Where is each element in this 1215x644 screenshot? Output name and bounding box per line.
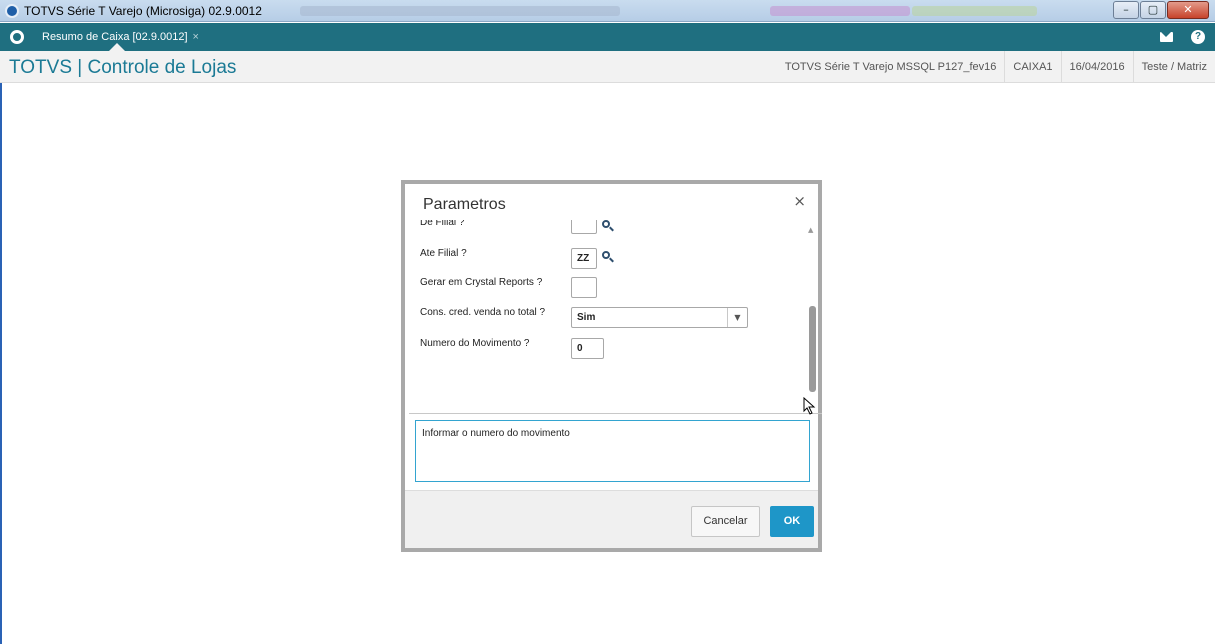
environment-label: TOTVS Série T Varejo MSSQL P127_fev16 <box>784 61 997 73</box>
dialog-header: Parametros × <box>405 184 818 220</box>
param-label-crystal-reports: Gerar em Crystal Reports ? <box>420 277 543 288</box>
blurred-taskbar-region <box>770 6 910 16</box>
scroll-up-icon[interactable]: ▲ <box>808 226 813 234</box>
active-tab-indicator <box>109 43 125 51</box>
dialog-close-button[interactable]: × <box>793 192 806 210</box>
select-value: Sim <box>577 312 596 323</box>
param-label-de-filial: De Filial ? <box>420 220 465 228</box>
dialog-title: Parametros <box>423 196 506 213</box>
window-titlebar: TOTVS Série T Varejo (Microsiga) 02.9.00… <box>0 0 1215 22</box>
window-title: TOTVS Série T Varejo (Microsiga) 02.9.00… <box>24 4 262 18</box>
totvs-home-icon[interactable] <box>10 30 24 44</box>
totvs-app-icon <box>5 4 19 18</box>
tab-label: Resumo de Caixa [02.9.0012] <box>42 31 188 43</box>
company-label: Teste / Matriz <box>1132 51 1215 83</box>
parameters-list: De Filial ? Ate Filial ? ZZ Gerar em Cry… <box>409 220 822 414</box>
scroll-thumb[interactable] <box>809 306 816 392</box>
cancel-button[interactable]: Cancelar <box>691 506 760 537</box>
tab-close-icon[interactable]: × <box>193 31 199 43</box>
blurred-taskbar-region <box>300 6 620 16</box>
chevron-down-icon[interactable]: ▼ <box>727 308 747 327</box>
ok-button[interactable]: OK <box>770 506 814 537</box>
crystal-reports-input[interactable] <box>571 277 597 298</box>
station-label: CAIXA1 <box>1004 51 1060 83</box>
app-header: TOTVS | Controle de Lojas TOTVS Série T … <box>0 51 1215 83</box>
search-icon[interactable] <box>602 220 614 232</box>
ate-filial-input[interactable]: ZZ <box>571 248 597 269</box>
mail-icon[interactable] <box>1160 32 1173 42</box>
params-scrollbar[interactable]: ▲ <box>806 220 818 413</box>
parametros-dialog: Parametros × De Filial ? Ate Filial ? ZZ… <box>401 180 822 552</box>
minimize-icon: – <box>1123 3 1129 16</box>
de-filial-input[interactable] <box>571 220 597 234</box>
search-icon[interactable] <box>602 251 614 263</box>
maximize-button[interactable]: ▢ <box>1140 1 1166 19</box>
tab-bar: Resumo de Caixa [02.9.0012] × ? <box>0 23 1215 51</box>
app-title: TOTVS | Controle de Lojas <box>9 57 237 78</box>
window-controls: – ▢ ✕ <box>1112 1 1209 19</box>
parameter-help-box: Informar o numero do movimento <box>415 420 810 482</box>
date-label: 16/04/2016 <box>1060 51 1133 83</box>
maximize-icon: ▢ <box>1147 3 1159 16</box>
window-close-button[interactable]: ✕ <box>1167 1 1209 19</box>
mouse-cursor-icon <box>803 397 816 415</box>
numero-movimento-input[interactable]: 0 <box>571 338 604 359</box>
blurred-taskbar-region <box>912 6 1037 16</box>
param-label-ate-filial: Ate Filial ? <box>420 248 467 259</box>
dialog-footer: Cancelar OK <box>405 490 818 548</box>
session-info: TOTVS Série T Varejo MSSQL P127_fev16 CA… <box>777 51 1215 83</box>
param-label-numero-movimento: Numero do Movimento ? <box>420 338 530 349</box>
window-left-edge <box>0 83 2 644</box>
help-icon[interactable]: ? <box>1191 30 1205 44</box>
close-icon: ✕ <box>1183 3 1193 16</box>
minimize-button[interactable]: – <box>1113 1 1139 19</box>
param-label-cons-cred-venda: Cons. cred. venda no total ? <box>420 307 546 318</box>
cons-cred-venda-select[interactable]: Sim ▼ <box>571 307 748 328</box>
